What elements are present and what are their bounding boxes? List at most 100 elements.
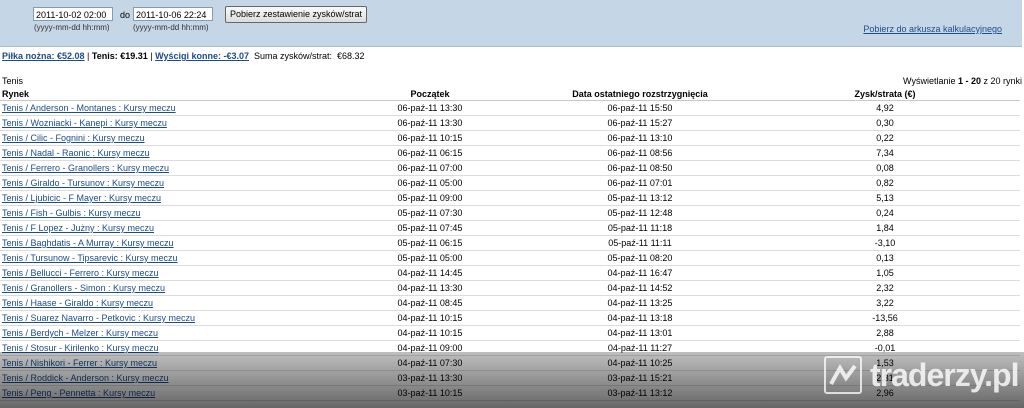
traderzy-logo-icon	[824, 356, 862, 394]
settlement-cell: 06-paź-11 08:50	[530, 160, 750, 176]
table-row: Tenis / Ferrero - Granollers : Kursy mec…	[0, 160, 1020, 176]
market-link[interactable]: Tenis / Anderson - Montanes : Kursy mecz…	[2, 103, 176, 113]
column-header-market: Rynek	[0, 88, 330, 101]
profit-loss-cell: -13,56	[750, 310, 1020, 326]
market-link[interactable]: Tenis / Berdych - Melzer : Kursy meczu	[2, 328, 158, 338]
start-cell: 06-paź-11 05:00	[330, 175, 530, 191]
profit-loss-cell: 0,30	[750, 115, 1020, 131]
table-row: Tenis / Granollers - Simon : Kursy meczu…	[0, 280, 1020, 296]
profit-loss-cell: 4,92	[750, 100, 1020, 116]
table-row: Tenis / Fish - Gulbis : Kursy meczu 05-pa…	[0, 205, 1020, 221]
market-link[interactable]: Tenis / Giraldo - Tursunov : Kursy meczu	[2, 178, 164, 188]
market-cell: Tenis / Stosur - Kirilenko : Kursy meczu	[0, 340, 330, 356]
market-link[interactable]: Tenis / F Lopez - Jużny : Kursy meczu	[2, 223, 154, 233]
settlement-cell: 05-paź-11 11:11	[530, 235, 750, 251]
start-cell: 04-paź-11 14:45	[330, 265, 530, 281]
profit-loss-cell: 2,32	[750, 280, 1020, 296]
settlement-cell: 06-paź-11 08:56	[530, 145, 750, 161]
market-cell: Tenis / Ljubicic - F Mayer : Kursy meczu	[0, 190, 330, 206]
profit-loss-cell: -0,01	[750, 340, 1020, 356]
summary-separator: |	[147, 51, 156, 61]
summary-separator: |	[84, 51, 92, 61]
settlement-cell: 05-paź-11 12:48	[530, 205, 750, 221]
start-cell: 05-paź-11 07:45	[330, 220, 530, 236]
start-cell: 06-paź-11 13:30	[330, 115, 530, 131]
market-link[interactable]: Tenis / Nadal - Raonic : Kursy meczu	[2, 148, 150, 158]
date-to-input[interactable]: 2011-10-06 22:24	[133, 7, 213, 21]
start-cell: 03-paź-11 10:15	[330, 385, 530, 401]
table-row: Tenis / Anderson - Montanes : Kursy mecz…	[0, 100, 1020, 116]
table-row: Tenis / Nadal - Raonic : Kursy meczu 06-p…	[0, 145, 1020, 161]
profit-loss-cell: 0,24	[750, 205, 1020, 221]
profit-loss-cell: -3,10	[750, 235, 1020, 251]
settlement-cell: 04-paź-11 13:01	[530, 325, 750, 341]
market-link[interactable]: Tenis / Roddick - Anderson : Kursy meczu	[2, 373, 169, 383]
date-from-format-hint: (yyyy-mm-dd hh:mm)	[34, 23, 110, 32]
market-cell: Tenis / Nadal - Raonic : Kursy meczu	[0, 145, 330, 161]
market-cell: Tenis / Haase - Giraldo : Kursy meczu	[0, 295, 330, 311]
market-link[interactable]: Tenis / Suarez Navarro - Petkovic : Kurs…	[2, 313, 195, 323]
profit-loss-cell: 0,22	[750, 130, 1020, 146]
table-row: Tenis / Wozniacki - Kanepi : Kursy meczu…	[0, 115, 1020, 131]
market-link[interactable]: Tenis / Fish - Gulbis : Kursy meczu	[2, 208, 141, 218]
market-link[interactable]: Tenis / Ljubicic - F Mayer : Kursy meczu	[2, 193, 161, 203]
start-cell: 05-paź-11 09:00	[330, 190, 530, 206]
table-row: Tenis / Haase - Giraldo : Kursy meczu 04-…	[0, 295, 1020, 311]
settlement-cell: 05-paź-11 11:18	[530, 220, 750, 236]
market-link[interactable]: Tenis / Granollers - Simon : Kursy meczu	[2, 283, 165, 293]
profit-loss-cell: 1,05	[750, 265, 1020, 281]
market-link[interactable]: Tenis / Bellucci - Ferrero : Kursy meczu	[2, 268, 159, 278]
market-cell: Tenis / Tursunow - Tipsarevic : Kursy me…	[0, 250, 330, 266]
market-cell: Tenis / Granollers - Simon : Kursy meczu	[0, 280, 330, 296]
profit-loss-cell: 2,88	[750, 325, 1020, 341]
table-row: Tenis / F Lopez - Jużny : Kursy meczu 05-…	[0, 220, 1020, 236]
market-cell: Tenis / Baghdatis - A Murray : Kursy mec…	[0, 235, 330, 251]
column-header-profit-loss: Zysk/strata (€)	[750, 88, 1020, 101]
market-link[interactable]: Tenis / Nishikori - Ferrer : Kursy meczu	[2, 358, 157, 368]
start-cell: 05-paź-11 06:15	[330, 235, 530, 251]
settlement-cell: 04-paź-11 16:47	[530, 265, 750, 281]
market-link[interactable]: Tenis / Haase - Giraldo : Kursy meczu	[2, 298, 153, 308]
table-row: Tenis / Cilic - Fognini : Kursy meczu 06-…	[0, 130, 1020, 146]
start-cell: 06-paź-11 07:00	[330, 160, 530, 176]
start-cell: 04-paź-11 13:30	[330, 280, 530, 296]
settlement-cell: 04-paź-11 10:25	[530, 355, 750, 371]
market-cell: Tenis / Berdych - Melzer : Kursy meczu	[0, 325, 330, 341]
settlement-cell: 04-paź-11 13:25	[530, 295, 750, 311]
horse-racing-summary-link[interactable]: Wyścigi konne: -€3.07	[155, 51, 249, 61]
market-link[interactable]: Tenis / Stosur - Kirilenko : Kursy meczu	[2, 343, 159, 353]
date-from-input[interactable]: 2011-10-02 02:00	[33, 7, 113, 21]
table-row: Tenis / Stosur - Kirilenko : Kursy meczu…	[0, 340, 1020, 356]
profit-loss-cell: 0,13	[750, 250, 1020, 266]
tennis-summary: Tenis: €19.31	[91, 51, 148, 61]
market-link[interactable]: Tenis / Peng - Pennetta : Kursy meczu	[2, 388, 155, 398]
column-header-settlement-date: Data ostatniego rozstrzygnięcia	[530, 88, 750, 101]
date-range-separator: do	[120, 10, 131, 20]
market-link[interactable]: Tenis / Wozniacki - Kanepi : Kursy meczu	[2, 118, 167, 128]
start-cell: 05-paź-11 05:00	[330, 250, 530, 266]
settlement-cell: 04-paź-11 14:52	[530, 280, 750, 296]
market-link[interactable]: Tenis / Tursunow - Tipsarevic : Kursy me…	[2, 253, 178, 263]
settlement-cell: 03-paź-11 15:21	[530, 370, 750, 386]
market-cell: Tenis / F Lopez - Jużny : Kursy meczu	[0, 220, 330, 236]
export-spreadsheet-link[interactable]: Pobierz do arkusza kalkulacyjnego	[863, 24, 1002, 34]
market-cell: Tenis / Cilic - Fognini : Kursy meczu	[0, 130, 330, 146]
market-cell: Tenis / Suarez Navarro - Petkovic : Kurs…	[0, 310, 330, 326]
market-link[interactable]: Tenis / Cilic - Fognini : Kursy meczu	[2, 133, 145, 143]
start-cell: 06-paź-11 13:30	[330, 100, 530, 116]
filter-bar: 2011-10-02 02:00 do 2011-10-06 22:24 (yy…	[0, 0, 1022, 47]
table-row: Tenis / Bellucci - Ferrero : Kursy meczu…	[0, 265, 1020, 281]
market-link[interactable]: Tenis / Baghdatis - A Murray : Kursy mec…	[2, 238, 174, 248]
get-profit-loss-button[interactable]: Pobierz zestawienie zysków/strat	[225, 6, 368, 23]
market-cell: Tenis / Roddick - Anderson : Kursy meczu	[0, 370, 330, 386]
settlement-cell: 05-paź-11 13:12	[530, 190, 750, 206]
date-to-format-hint: (yyyy-mm-dd hh:mm)	[133, 23, 209, 32]
start-cell: 06-paź-11 10:15	[330, 130, 530, 146]
table-row: Tenis / Suarez Navarro - Petkovic : Kurs…	[0, 310, 1020, 326]
settlement-cell: 03-paź-11 13:12	[530, 385, 750, 401]
settlement-cell: 06-paź-11 13:10	[530, 130, 750, 146]
paging-prefix: Wyświetlanie	[903, 76, 958, 86]
football-summary-link[interactable]: Piłka nożna: €52.08	[2, 51, 85, 61]
market-link[interactable]: Tenis / Ferrero - Granollers : Kursy mec…	[2, 163, 169, 173]
total-summary: Suma zysków/strat: €68.32	[248, 51, 365, 61]
